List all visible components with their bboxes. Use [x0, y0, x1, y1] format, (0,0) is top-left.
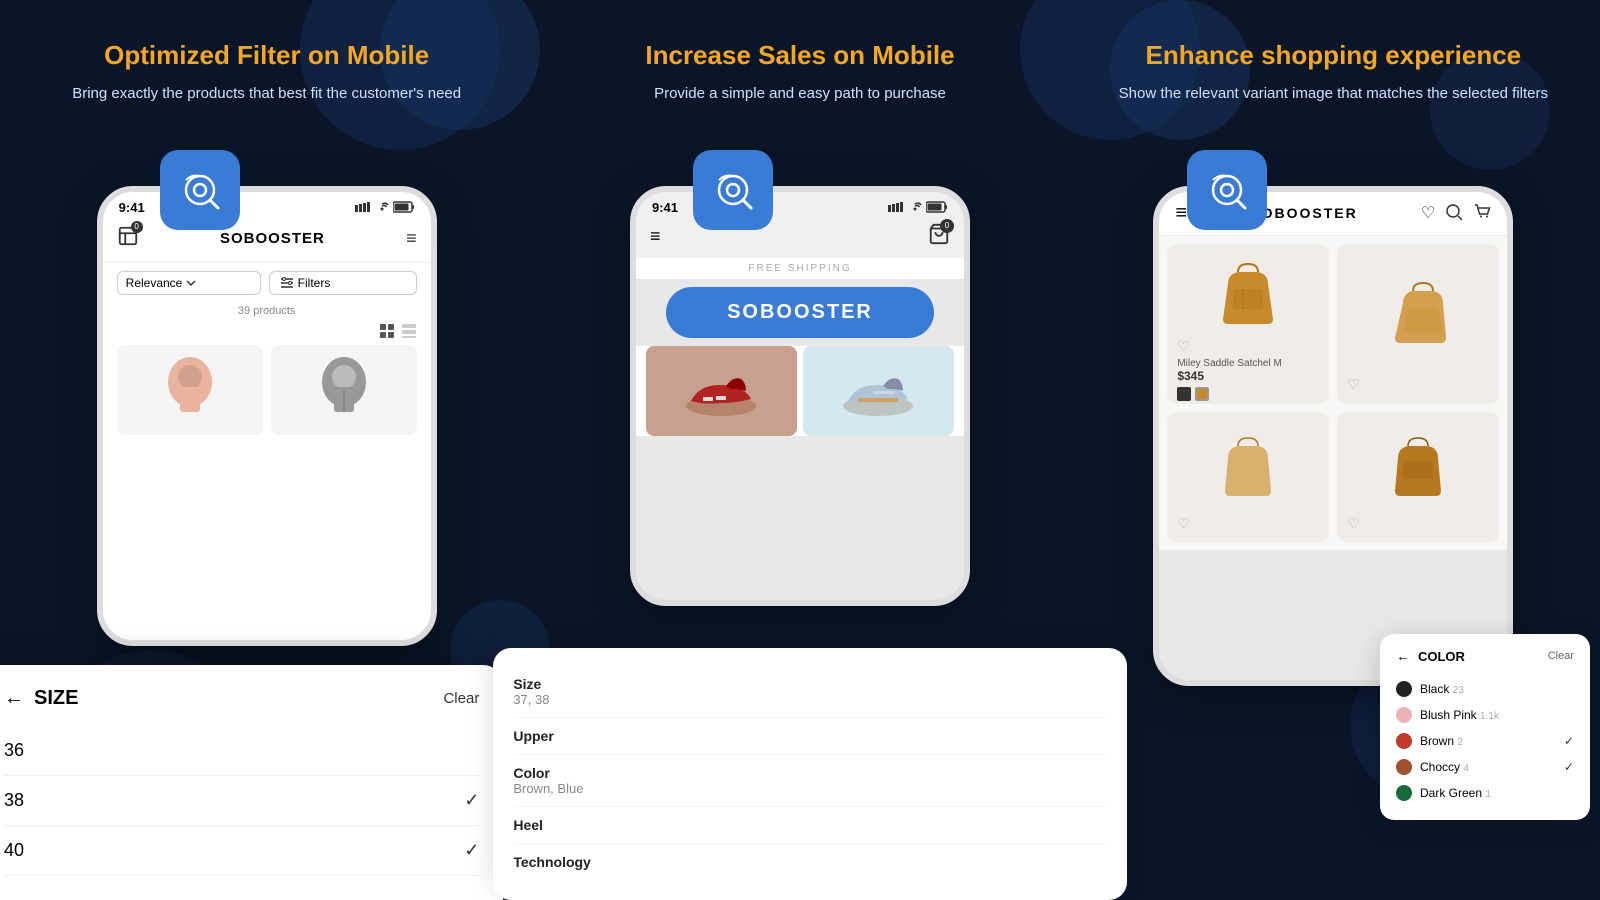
color-item-blush[interactable]: Blush Pink 1.1k [1396, 702, 1574, 728]
color-filter-panel: ← COLOR Clear Black 23 Blush Pink 1.1k [1380, 634, 1590, 820]
shoes-display [636, 346, 964, 436]
menu-icon-1[interactable]: ≡ [406, 228, 417, 249]
cart-icon-2[interactable]: 0 [928, 223, 950, 250]
attr-technology: Technology [513, 844, 1106, 880]
check-brown: ✓ [1564, 734, 1574, 748]
shoe-blue[interactable] [803, 346, 954, 436]
bag-card-4[interactable]: ♡ [1337, 412, 1499, 542]
heart-product-1[interactable]: ♡ [1177, 338, 1190, 354]
color-item-black[interactable]: Black 23 [1396, 676, 1574, 702]
color-panel-title: COLOR [1418, 649, 1465, 664]
col1-desc: Bring exactly the products that best fit… [42, 83, 491, 106]
heart-product-2[interactable]: ♡ [1347, 376, 1360, 392]
products-grid [103, 345, 431, 445]
product-card-2[interactable] [271, 345, 417, 435]
cart-icon-1[interactable]: 0 [117, 225, 139, 252]
attr-color: Color Brown, Blue [513, 755, 1106, 807]
cart-icon-3[interactable] [1473, 203, 1491, 221]
attr-size: Size 37, 38 [513, 666, 1106, 718]
size-filter-panel: ← SIZE Clear 36 38 ✓ 40 ✓ [0, 665, 503, 900]
phone-1: 9:41 0 SOBOOSTER ≡ [97, 186, 437, 646]
color-dot-black [1396, 681, 1412, 697]
phone1-header: 0 SOBOOSTER ≡ [103, 219, 431, 263]
brand-logo-1: SOBOOSTER [220, 230, 325, 247]
filter-controls: Relevance Filters [103, 263, 431, 303]
col3-desc: Show the relevant variant image that mat… [1089, 83, 1578, 106]
color-item-brown[interactable]: Brown 2 ✓ [1396, 728, 1574, 754]
filters-button[interactable]: Filters [269, 271, 417, 295]
color-dot-brown [1396, 733, 1412, 749]
phone3-icons: ♡ [1421, 203, 1491, 223]
hamburger-2[interactable]: ≡ [650, 226, 661, 247]
back-arrow-color[interactable]: ← [1396, 648, 1410, 664]
color-dot-choccy [1396, 759, 1412, 775]
color-swatches-1 [1177, 387, 1319, 401]
phone-2: 9:41 ≡ 0 FREE SHIPPING SOBOOSTER [630, 186, 970, 606]
check-38: ✓ [464, 790, 479, 811]
products-count: 39 products [103, 303, 431, 323]
app-icon-3 [1187, 150, 1267, 230]
time-1: 9:41 [119, 200, 145, 215]
col2-title: Increase Sales on Mobile [625, 40, 974, 71]
attr-upper: Upper [513, 718, 1106, 755]
heart-product-3[interactable]: ♡ [1177, 515, 1319, 532]
shoe-red[interactable] [646, 346, 797, 436]
free-shipping-bar: FREE SHIPPING [636, 258, 964, 279]
color-panel-title-row: ← COLOR [1396, 648, 1465, 664]
heart-icon-3[interactable]: ♡ [1421, 203, 1435, 223]
hamburger-3[interactable]: ≡ [1175, 202, 1187, 225]
check-40: ✓ [464, 840, 479, 861]
swatch-brown[interactable] [1195, 387, 1209, 401]
swatch-black[interactable] [1177, 387, 1191, 401]
size-item-36[interactable]: 36 [4, 726, 479, 776]
color-dot-blush [1396, 707, 1412, 723]
color-panel-header: ← COLOR Clear [1396, 648, 1574, 664]
product-info-2: ♡ [1347, 376, 1489, 394]
view-toggle[interactable] [103, 323, 431, 345]
status-bar-1: 9:41 [103, 192, 431, 219]
product-info-1: ♡ Miley Saddle Satchel M $345 [1177, 338, 1319, 401]
phone2-top-bar: ≡ 0 [636, 219, 964, 258]
status-bar-2: 9:41 [636, 192, 964, 219]
status-icons-1 [355, 201, 415, 213]
bag-card-3[interactable]: ♡ [1167, 412, 1329, 542]
color-item-darkgreen[interactable]: Dark Green 1 [1396, 780, 1574, 806]
color-item-choccy[interactable]: Choccy 4 ✓ [1396, 754, 1574, 780]
bags-grid: ♡ Miley Saddle Satchel M $345 [1159, 236, 1507, 550]
col2-desc: Provide a simple and easy path to purcha… [624, 83, 976, 106]
color-clear-button[interactable]: Clear [1548, 650, 1574, 662]
phone-3: ≡ SOBOOSTER ♡ [1153, 186, 1513, 686]
col3-title: Enhance shopping experience [1125, 40, 1541, 71]
sobooster-logo-pill: SOBOOSTER [666, 287, 934, 338]
col1-title: Optimized Filter on Mobile [84, 40, 449, 71]
size-item-40[interactable]: 40 ✓ [4, 826, 479, 876]
check-choccy: ✓ [1564, 760, 1574, 774]
relevance-dropdown[interactable]: Relevance [117, 271, 261, 295]
product-card-1[interactable] [117, 345, 263, 435]
app-icon-1 [160, 150, 240, 230]
size-item-38[interactable]: 38 ✓ [4, 776, 479, 826]
size-clear-button[interactable]: Clear [443, 690, 479, 707]
status-icons-2 [888, 201, 948, 213]
heart-product-4[interactable]: ♡ [1347, 515, 1489, 532]
search-icon-3[interactable] [1445, 203, 1463, 221]
back-arrow-size[interactable]: ← [4, 687, 24, 710]
bag-card-2[interactable]: ♡ [1337, 244, 1499, 404]
sobooster-logo-text: SOBOOSTER [727, 301, 873, 323]
attr-heel: Heel [513, 807, 1106, 844]
size-panel-header: ← SIZE Clear [4, 687, 479, 710]
app-icon-2 [693, 150, 773, 230]
product-detail-panel: Size 37, 38 Upper Color Brown, Blue Heel… [493, 648, 1126, 900]
color-dot-darkgreen [1396, 785, 1412, 801]
bag-card-1[interactable]: ♡ Miley Saddle Satchel M $345 [1167, 244, 1329, 404]
size-panel-title: ← SIZE [4, 687, 78, 710]
